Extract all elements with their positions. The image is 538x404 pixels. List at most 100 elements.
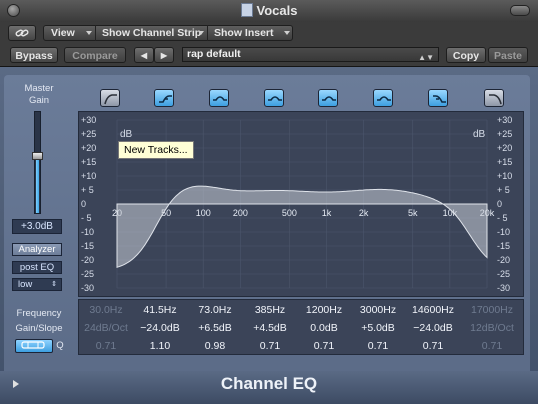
db-tick-left: + 5 [81,185,94,195]
view-menu[interactable]: View [45,25,95,41]
band-6-frequency-value[interactable]: 3000Hz [352,304,404,316]
analyzer-mode-menu[interactable]: post EQ [12,261,62,274]
band-5-frequency-value[interactable]: 1200Hz [298,304,350,316]
window-title: Vocals [0,3,538,18]
show-channel-strip-menu[interactable]: Show Channel Strip [95,25,207,41]
band-7-highshelf-button[interactable] [428,89,448,107]
lowshelf-icon [159,95,172,103]
db-tick-right: +30 [497,115,512,125]
db-tick-right: -10 [497,227,510,237]
band-8-q-value[interactable]: 0.71 [466,340,518,352]
paste-button[interactable]: Paste [488,47,528,63]
band-8-gain-value[interactable]: 12dB/Oct [466,322,518,334]
next-preset-button[interactable]: ▶ [154,47,174,63]
db-tick-right: +20 [497,143,512,153]
freq-tick: 500 [282,208,297,218]
band-2-lowshelf-button[interactable] [154,89,174,107]
band-5-gain-value[interactable]: 0.0dB [298,322,350,334]
analyzer-button[interactable]: Analyzer [12,243,62,256]
band-3-bell-button[interactable] [209,89,229,107]
freq-tick: 2k [359,208,369,218]
preset-name: rap default [187,48,241,60]
band-2-frequency-value[interactable]: 41.5Hz [134,304,186,316]
updown-arrows-icon: ⇕ [51,281,57,288]
band-5-bell-button[interactable] [318,89,338,107]
db-tick-left: +25 [81,129,96,139]
link-icon [15,29,29,37]
db-tick-right: -20 [497,255,510,265]
plugin-window: Vocals View Show Channel Strip Show Inse… [0,0,538,404]
header-row: View Show Channel Strip Show Insert [0,22,538,44]
band-7-gain-value[interactable]: −24.0dB [407,322,459,334]
bell-icon [268,96,282,101]
band-3-gain-value[interactable]: +6.5dB [189,322,241,334]
band-4-frequency-value[interactable]: 385Hz [244,304,296,316]
db-tick-left: +30 [81,115,96,125]
link-button[interactable] [8,25,36,41]
band-4-q-value[interactable]: 0.71 [244,340,296,352]
show-insert-label: Show Insert [214,27,274,39]
compare-button[interactable]: Compare [64,47,126,63]
db-tick-right: 0 [497,199,502,209]
band-1-q-value[interactable]: 0.71 [80,340,132,352]
band-3-frequency-value[interactable]: 73.0Hz [189,304,241,316]
master-gain-slider[interactable] [32,111,43,214]
band-5-q-value[interactable]: 0.71 [298,340,350,352]
band-1-gain-value[interactable]: 24dB/Oct [80,322,132,334]
bypass-button[interactable]: Bypass [10,47,58,63]
band-4-bell-button[interactable] [264,89,284,107]
db-tick-left: -25 [81,269,94,279]
show-insert-menu[interactable]: Show Insert [207,25,293,41]
master-gain-value[interactable]: +3.0dB [12,219,62,234]
db-tick-right: -15 [497,241,510,251]
document-icon [240,3,253,17]
gain-slope-label: Gain/Slope [15,323,63,334]
db-tick-right: -30 [497,283,510,293]
db-tick-right: -25 [497,269,510,279]
db-tick-left: +10 [81,171,96,181]
db-axis-label-right: dB [473,129,486,140]
band-6-gain-value[interactable]: +5.0dB [352,322,404,334]
band-3-q-value[interactable]: 0.98 [189,340,241,352]
band-1-lowcut-button[interactable] [100,89,120,107]
db-tick-left: -30 [81,283,94,293]
band-8-frequency-value[interactable]: 17000Hz [466,304,518,316]
chevron-down-icon [284,31,290,35]
window-title-text: Vocals [256,3,298,18]
band-2-q-value[interactable]: 1.10 [134,340,186,352]
previous-preset-button[interactable]: ◀ [134,47,154,63]
tooltip: New Tracks... [118,141,194,159]
highshelf-icon [433,95,446,103]
db-tick-left: - 5 [81,213,92,223]
band-7-frequency-value[interactable]: 14600Hz [407,304,459,316]
band-7-q-value[interactable]: 0.71 [407,340,459,352]
db-tick-left: +15 [81,157,96,167]
db-tick-right: +10 [497,171,512,181]
link-q-button[interactable] [15,339,53,353]
master-gain-fill [36,156,39,213]
db-tick-left: 0 [81,199,86,209]
db-tick-left: -15 [81,241,94,251]
band-8-highcut-button[interactable] [484,89,504,107]
q-label: Q [56,340,64,351]
eq-graph[interactable]: +30 +30 +25 +25 +20 +20 +15 +15 +10 +10 + 5 + 5 0 0 - … [78,111,524,297]
lowcut-icon [104,94,117,105]
eq-curve [116,185,488,268]
chevron-down-icon [198,31,204,35]
band-6-q-value[interactable]: 0.71 [352,340,404,352]
master-gain-label: Master Gain [24,83,54,106]
master-gain-handle[interactable] [32,152,43,160]
band-1-frequency-value[interactable]: 30.0Hz [80,304,132,316]
db-tick-right: +15 [497,157,512,167]
db-tick-left: -10 [81,227,94,237]
band-2-gain-value[interactable]: −24.0dB [134,322,186,334]
preset-menu[interactable]: rap default ▲▼ [182,47,439,62]
band-6-bell-button[interactable] [373,89,393,107]
bell-icon [322,96,336,101]
analyzer-resolution-menu[interactable]: low ⇕ [12,278,62,291]
toolbar-toggle-button[interactable] [510,5,530,16]
band-4-gain-value[interactable]: +4.5dB [244,322,296,334]
copy-button[interactable]: Copy [446,47,486,63]
db-tick-right: + 5 [497,185,510,195]
updown-arrows-icon: ▲▼ [418,53,434,62]
